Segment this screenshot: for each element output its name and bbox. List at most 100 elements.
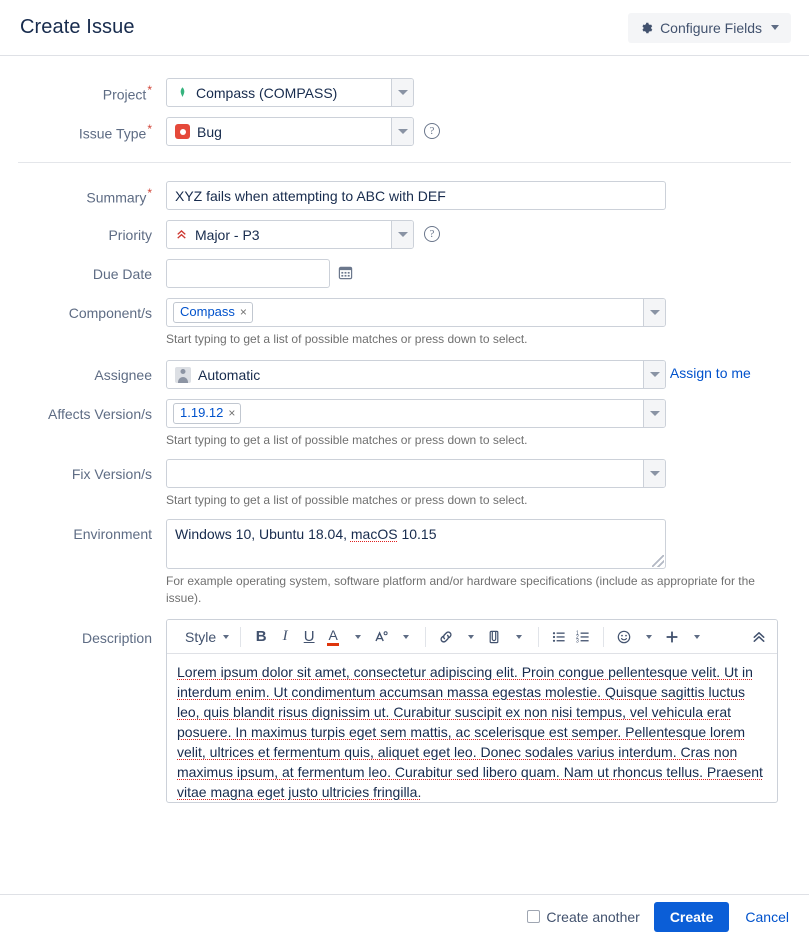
resize-handle-icon[interactable] xyxy=(652,555,664,567)
page-title: Create Issue xyxy=(20,16,135,38)
components-tag[interactable]: Compass × xyxy=(173,302,253,323)
emoji-dropdown[interactable] xyxy=(636,625,660,649)
create-another-checkbox[interactable] xyxy=(527,910,541,923)
chevron-down-icon xyxy=(397,232,408,237)
project-select[interactable]: Compass (COMPASS) xyxy=(166,78,414,107)
assignee-select-value[interactable]: Automatic xyxy=(167,361,643,388)
issue-type-label: Issue Type* xyxy=(78,122,152,142)
environment-value-prefix: Windows 10, Ubuntu 18.04, xyxy=(175,526,351,542)
italic-button[interactable]: I xyxy=(273,625,297,649)
components-dropdown-arrow[interactable] xyxy=(643,299,665,326)
dialog-header: Create Issue Configure Fields xyxy=(0,0,809,56)
chevron-down-icon xyxy=(515,634,522,639)
more-formatting-dropdown[interactable] xyxy=(393,625,417,649)
cancel-button[interactable]: Cancel xyxy=(743,905,791,929)
assignee-dropdown-arrow[interactable] xyxy=(643,361,665,388)
issue-type-select[interactable]: Bug xyxy=(166,117,414,146)
chevron-down-icon xyxy=(397,129,408,134)
components-tag-label: Compass xyxy=(180,304,235,319)
description-control: Style B I U A 1 2 3 Lorem ipsum dolor si… xyxy=(166,619,791,803)
bullet-list-icon xyxy=(553,631,565,642)
attachment-button[interactable] xyxy=(482,625,506,649)
text-color-label: A xyxy=(327,627,339,646)
fix-versions-tag-field[interactable] xyxy=(167,460,643,487)
calendar-icon[interactable] xyxy=(338,265,353,280)
field-row-description: Description Style B I U A 1 2 3 Lorem ip… xyxy=(18,619,791,803)
fix-versions-control: Start typing to get a list of possible m… xyxy=(166,459,791,509)
create-another-label: Create another xyxy=(546,908,640,925)
field-row-affects-versions: Affects Version/s 1.19.12 × Start typing… xyxy=(18,399,791,449)
chevron-down-icon xyxy=(223,634,230,639)
insert-more-button[interactable] xyxy=(660,625,684,649)
affects-versions-help-text: Start typing to get a list of possible m… xyxy=(166,433,528,447)
numbered-list-button[interactable]: 1 2 3 xyxy=(571,625,595,649)
chevron-down-icon xyxy=(771,25,779,30)
assignee-select[interactable]: Automatic xyxy=(166,360,666,389)
link-button[interactable] xyxy=(434,625,458,649)
priority-help-icon[interactable]: ? xyxy=(424,226,440,242)
components-tag-field[interactable]: Compass × xyxy=(167,299,643,326)
style-dropdown-button[interactable]: Style xyxy=(178,625,232,649)
field-row-fix-versions: Fix Version/s Start typing to get a list… xyxy=(18,459,791,509)
description-body[interactable]: Lorem ipsum dolor sit amet, consectetur … xyxy=(167,654,777,802)
create-issue-form: Project* Compass (COMPASS) Issue Type* B… xyxy=(0,56,809,900)
project-dropdown-arrow[interactable] xyxy=(391,79,413,106)
create-button[interactable]: Create xyxy=(653,901,730,932)
toolbar-group-format: B I U A xyxy=(244,626,422,648)
toolbar-divider xyxy=(240,626,242,647)
project-select-value[interactable]: Compass (COMPASS) xyxy=(167,79,391,106)
chevron-down-icon xyxy=(402,634,409,639)
priority-dropdown-arrow[interactable] xyxy=(391,221,413,248)
priority-select[interactable]: Major - P3 xyxy=(166,220,414,249)
chevron-down-icon xyxy=(649,411,660,416)
issue-type-dropdown-arrow[interactable] xyxy=(391,118,413,145)
attachment-dropdown[interactable] xyxy=(506,625,530,649)
due-date-input[interactable] xyxy=(166,259,330,288)
fix-versions-multiselect[interactable] xyxy=(166,459,666,488)
more-formatting-button[interactable] xyxy=(369,625,393,649)
affects-versions-label: Affects Version/s xyxy=(47,406,152,422)
emoji-button[interactable] xyxy=(612,625,636,649)
environment-value-misspelled: macOS xyxy=(350,526,398,542)
insert-more-dropdown[interactable] xyxy=(684,625,708,649)
collapse-toolbar-button[interactable] xyxy=(747,625,771,649)
configure-fields-button[interactable]: Configure Fields xyxy=(628,12,791,43)
affects-versions-tag-field[interactable]: 1.19.12 × xyxy=(167,400,643,427)
field-row-project: Project* Compass (COMPASS) xyxy=(18,78,791,107)
form-divider xyxy=(18,162,791,163)
text-color-button[interactable]: A xyxy=(321,625,345,649)
issue-type-help-icon[interactable]: ? xyxy=(424,123,440,139)
bold-button[interactable]: B xyxy=(249,625,273,649)
link-dropdown[interactable] xyxy=(458,625,482,649)
link-icon xyxy=(440,630,452,643)
components-control: Compass × Start typing to get a list of … xyxy=(166,298,791,348)
environment-value-suffix: 10.15 xyxy=(397,526,437,542)
text-color-dropdown[interactable] xyxy=(345,625,369,649)
toolbar-group-lists: 1 2 3 xyxy=(542,626,600,648)
affects-versions-multiselect[interactable]: 1.19.12 × xyxy=(166,399,666,428)
description-toolbar: Style B I U A 1 2 3 xyxy=(167,620,777,654)
configure-fields-label: Configure Fields xyxy=(660,19,762,36)
underline-button[interactable]: U xyxy=(297,625,321,649)
toolbar-divider xyxy=(425,626,427,647)
toolbar-divider xyxy=(538,626,540,647)
assign-to-me-link[interactable]: Assign to me xyxy=(670,365,751,381)
field-row-due-date: Due Date xyxy=(18,259,791,288)
fix-versions-dropdown-arrow[interactable] xyxy=(643,460,665,487)
create-another-checkbox-wrapper[interactable]: Create another xyxy=(527,908,640,925)
bug-icon xyxy=(175,124,190,139)
chevron-down-icon xyxy=(649,310,660,315)
required-marker: * xyxy=(147,186,152,200)
bullet-list-button[interactable] xyxy=(547,625,571,649)
issue-type-control: Bug ? xyxy=(166,117,791,146)
numbered-list-icon: 1 2 3 xyxy=(576,630,589,644)
priority-select-value[interactable]: Major - P3 xyxy=(167,221,391,248)
affects-versions-dropdown-arrow[interactable] xyxy=(643,400,665,427)
environment-textarea[interactable]: Windows 10, Ubuntu 18.04, macOS 10.15 xyxy=(166,519,666,569)
summary-input[interactable]: XYZ fails when attempting to ABC with DE… xyxy=(166,181,666,210)
close-icon[interactable]: × xyxy=(240,306,247,318)
issue-type-select-value[interactable]: Bug xyxy=(167,118,391,145)
components-multiselect[interactable]: Compass × xyxy=(166,298,666,327)
close-icon[interactable]: × xyxy=(228,407,235,419)
affects-versions-tag[interactable]: 1.19.12 × xyxy=(173,403,242,424)
